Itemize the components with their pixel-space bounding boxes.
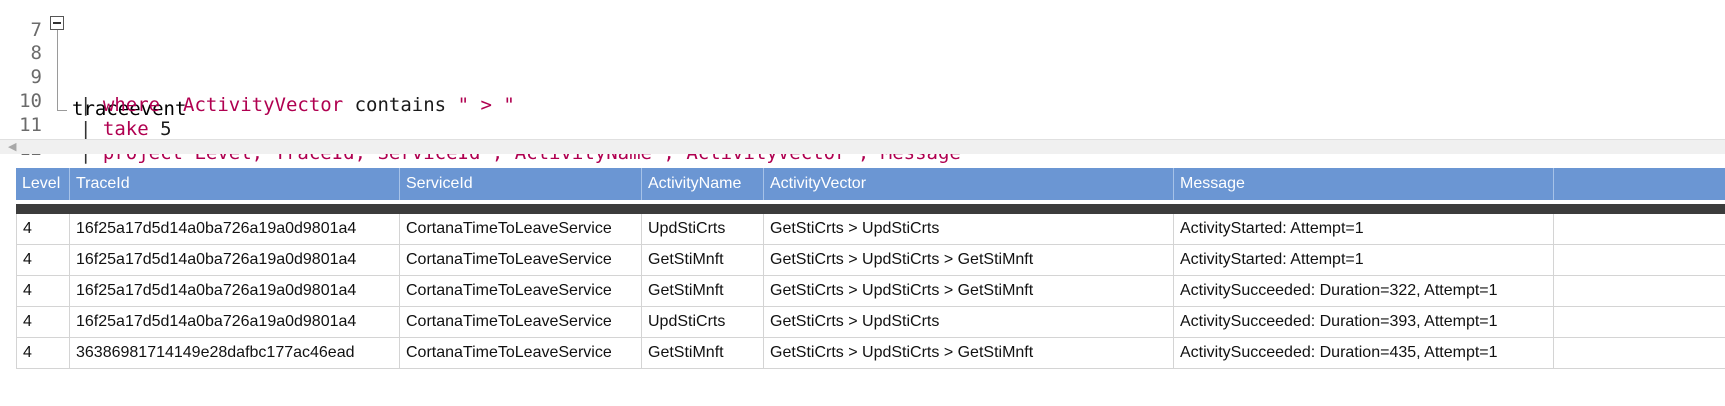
column-header-empty bbox=[1554, 168, 1725, 200]
column-header-message[interactable]: Message bbox=[1174, 168, 1554, 200]
cell-activityname[interactable]: UpdStiCrts bbox=[642, 307, 764, 337]
triangle-left-icon[interactable]: ◀ bbox=[8, 141, 16, 153]
editor-line-12: 12 bbox=[0, 107, 1725, 160]
cell-message[interactable]: ActivityStarted: Attempt=1 bbox=[1174, 245, 1554, 275]
cell-message[interactable]: ActivitySucceeded: Duration=393, Attempt… bbox=[1174, 307, 1554, 337]
cell-message[interactable]: ActivitySucceeded: Duration=435, Attempt… bbox=[1174, 338, 1554, 368]
column-header-serviceid[interactable]: ServiceId bbox=[400, 168, 642, 200]
column-header-traceid[interactable]: TraceId bbox=[70, 168, 400, 200]
cell-activityname[interactable]: GetStiMnft bbox=[642, 245, 764, 275]
cell-activityvector[interactable]: GetStiCrts > UpdStiCrts bbox=[764, 307, 1174, 337]
cell-traceid[interactable]: 16f25a17d5d14a0ba726a19a0d9801a4 bbox=[70, 245, 400, 275]
table-row[interactable]: 4 36386981714149e28dafbc177ac46ead Corta… bbox=[16, 338, 1725, 369]
column-header-level[interactable]: Level bbox=[16, 168, 70, 200]
query-editor[interactable]: 7 8 traceevent 9 | where ActivityVector … bbox=[0, 0, 1725, 164]
horizontal-scrollbar[interactable]: ◀ bbox=[0, 139, 1725, 154]
cell-level[interactable]: 4 bbox=[16, 276, 70, 306]
cell-level[interactable]: 4 bbox=[16, 245, 70, 275]
table-row[interactable]: 4 16f25a17d5d14a0ba726a19a0d9801a4 Corta… bbox=[16, 245, 1725, 276]
cell-serviceid[interactable]: CortanaTimeToLeaveService bbox=[400, 338, 642, 368]
table-row[interactable]: 4 16f25a17d5d14a0ba726a19a0d9801a4 Corta… bbox=[16, 276, 1725, 307]
cell-serviceid[interactable]: CortanaTimeToLeaveService bbox=[400, 276, 642, 306]
cell-serviceid[interactable]: CortanaTimeToLeaveService bbox=[400, 307, 642, 337]
table-row[interactable]: 4 16f25a17d5d14a0ba726a19a0d9801a4 Corta… bbox=[16, 307, 1725, 338]
cell-message[interactable]: ActivitySucceeded: Duration=322, Attempt… bbox=[1174, 276, 1554, 306]
cell-serviceid[interactable]: CortanaTimeToLeaveService bbox=[400, 214, 642, 244]
results-grid: Level TraceId ServiceId ActivityName Act… bbox=[16, 168, 1725, 369]
collapse-icon[interactable] bbox=[50, 16, 64, 30]
cell-activityvector[interactable]: GetStiCrts > UpdStiCrts > GetStiMnft bbox=[764, 276, 1174, 306]
cell-level[interactable]: 4 bbox=[16, 214, 70, 244]
column-header-activityname[interactable]: ActivityName bbox=[642, 168, 764, 200]
cell-level[interactable]: 4 bbox=[16, 307, 70, 337]
cell-traceid[interactable]: 16f25a17d5d14a0ba726a19a0d9801a4 bbox=[70, 307, 400, 337]
cell-activityname[interactable]: GetStiMnft bbox=[642, 338, 764, 368]
cell-activityname[interactable]: GetStiMnft bbox=[642, 276, 764, 306]
cell-activityvector[interactable]: GetStiCrts > UpdStiCrts > GetStiMnft bbox=[764, 338, 1174, 368]
cell-level[interactable]: 4 bbox=[16, 338, 70, 368]
cell-traceid[interactable]: 16f25a17d5d14a0ba726a19a0d9801a4 bbox=[70, 214, 400, 244]
cell-traceid[interactable]: 16f25a17d5d14a0ba726a19a0d9801a4 bbox=[70, 276, 400, 306]
cell-traceid[interactable]: 36386981714149e28dafbc177ac46ead bbox=[70, 338, 400, 368]
column-header-activityvector[interactable]: ActivityVector bbox=[764, 168, 1174, 200]
cell-activityvector[interactable]: GetStiCrts > UpdStiCrts > GetStiMnft bbox=[764, 245, 1174, 275]
table-row[interactable]: 4 16f25a17d5d14a0ba726a19a0d9801a4 Corta… bbox=[16, 214, 1725, 245]
header-separator bbox=[16, 204, 1725, 214]
grid-header-row: Level TraceId ServiceId ActivityName Act… bbox=[16, 168, 1725, 200]
cell-activityvector[interactable]: GetStiCrts > UpdStiCrts bbox=[764, 214, 1174, 244]
cell-serviceid[interactable]: CortanaTimeToLeaveService bbox=[400, 245, 642, 275]
cell-activityname[interactable]: UpdStiCrts bbox=[642, 214, 764, 244]
cell-message[interactable]: ActivityStarted: Attempt=1 bbox=[1174, 214, 1554, 244]
